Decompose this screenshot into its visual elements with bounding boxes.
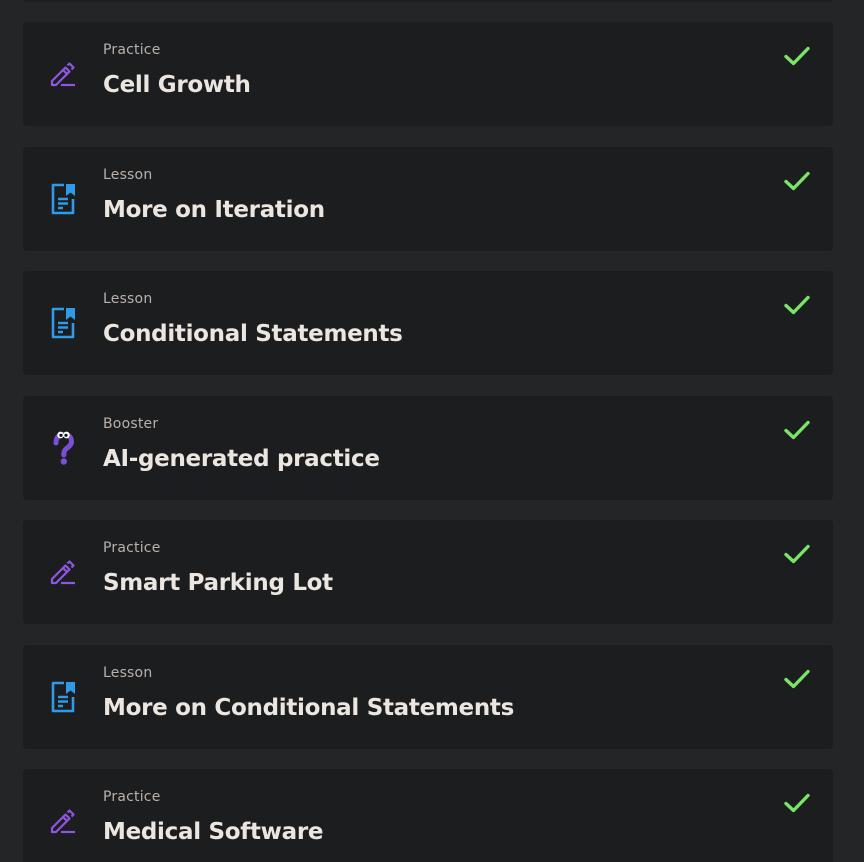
item-type-label: Lesson — [103, 166, 153, 183]
item-title: More on Conditional Statements — [103, 694, 514, 721]
course-item-card[interactable]: Lesson More on Iteration — [23, 146, 833, 251]
item-title: Medical Software — [103, 819, 324, 845]
pencil-icon — [47, 56, 79, 92]
checkmark-icon — [783, 44, 811, 68]
item-type-label: Practice — [103, 789, 161, 805]
course-item-card[interactable]: Lesson Conditional Statements — [23, 271, 833, 375]
course-item-list: Practice Cell Growth Lesson More on Iter… — [23, 22, 833, 862]
item-type-label: Practice — [103, 540, 161, 556]
item-type-label: Practice — [103, 42, 161, 58]
item-title: Smart Parking Lot — [103, 570, 333, 596]
item-title: Cell Growth — [103, 72, 251, 98]
checkmark-icon — [783, 418, 811, 442]
checkmark-icon — [783, 293, 811, 317]
course-item-card[interactable]: Practice Medical Software — [23, 769, 833, 862]
lesson-doc-icon — [47, 305, 79, 341]
item-type-label: Lesson — [103, 664, 153, 681]
checkmark-icon — [783, 542, 811, 566]
checkmark-icon — [783, 791, 811, 815]
item-title: AI-generated practice — [103, 445, 380, 472]
question-mark-icon — [47, 430, 79, 466]
item-title: More on Iteration — [103, 196, 325, 223]
item-type-label: Lesson — [103, 291, 153, 307]
previous-card-edge — [23, 0, 833, 2]
lesson-doc-icon — [47, 679, 79, 715]
checkmark-icon — [783, 169, 811, 193]
course-item-card[interactable]: Booster AI-generated practice — [23, 395, 833, 500]
pencil-icon — [47, 803, 79, 839]
course-item-card[interactable]: Practice Cell Growth — [23, 22, 833, 126]
lesson-doc-icon — [47, 181, 79, 217]
course-item-card[interactable]: Practice Smart Parking Lot — [23, 520, 833, 624]
course-item-card[interactable]: Lesson More on Conditional Statements — [23, 644, 833, 749]
item-type-label: Booster — [103, 415, 159, 432]
pencil-icon — [47, 554, 79, 590]
item-title: Conditional Statements — [103, 321, 403, 347]
course-outline-page: Practice Cell Growth Lesson More on Iter… — [0, 0, 864, 862]
checkmark-icon — [783, 667, 811, 691]
